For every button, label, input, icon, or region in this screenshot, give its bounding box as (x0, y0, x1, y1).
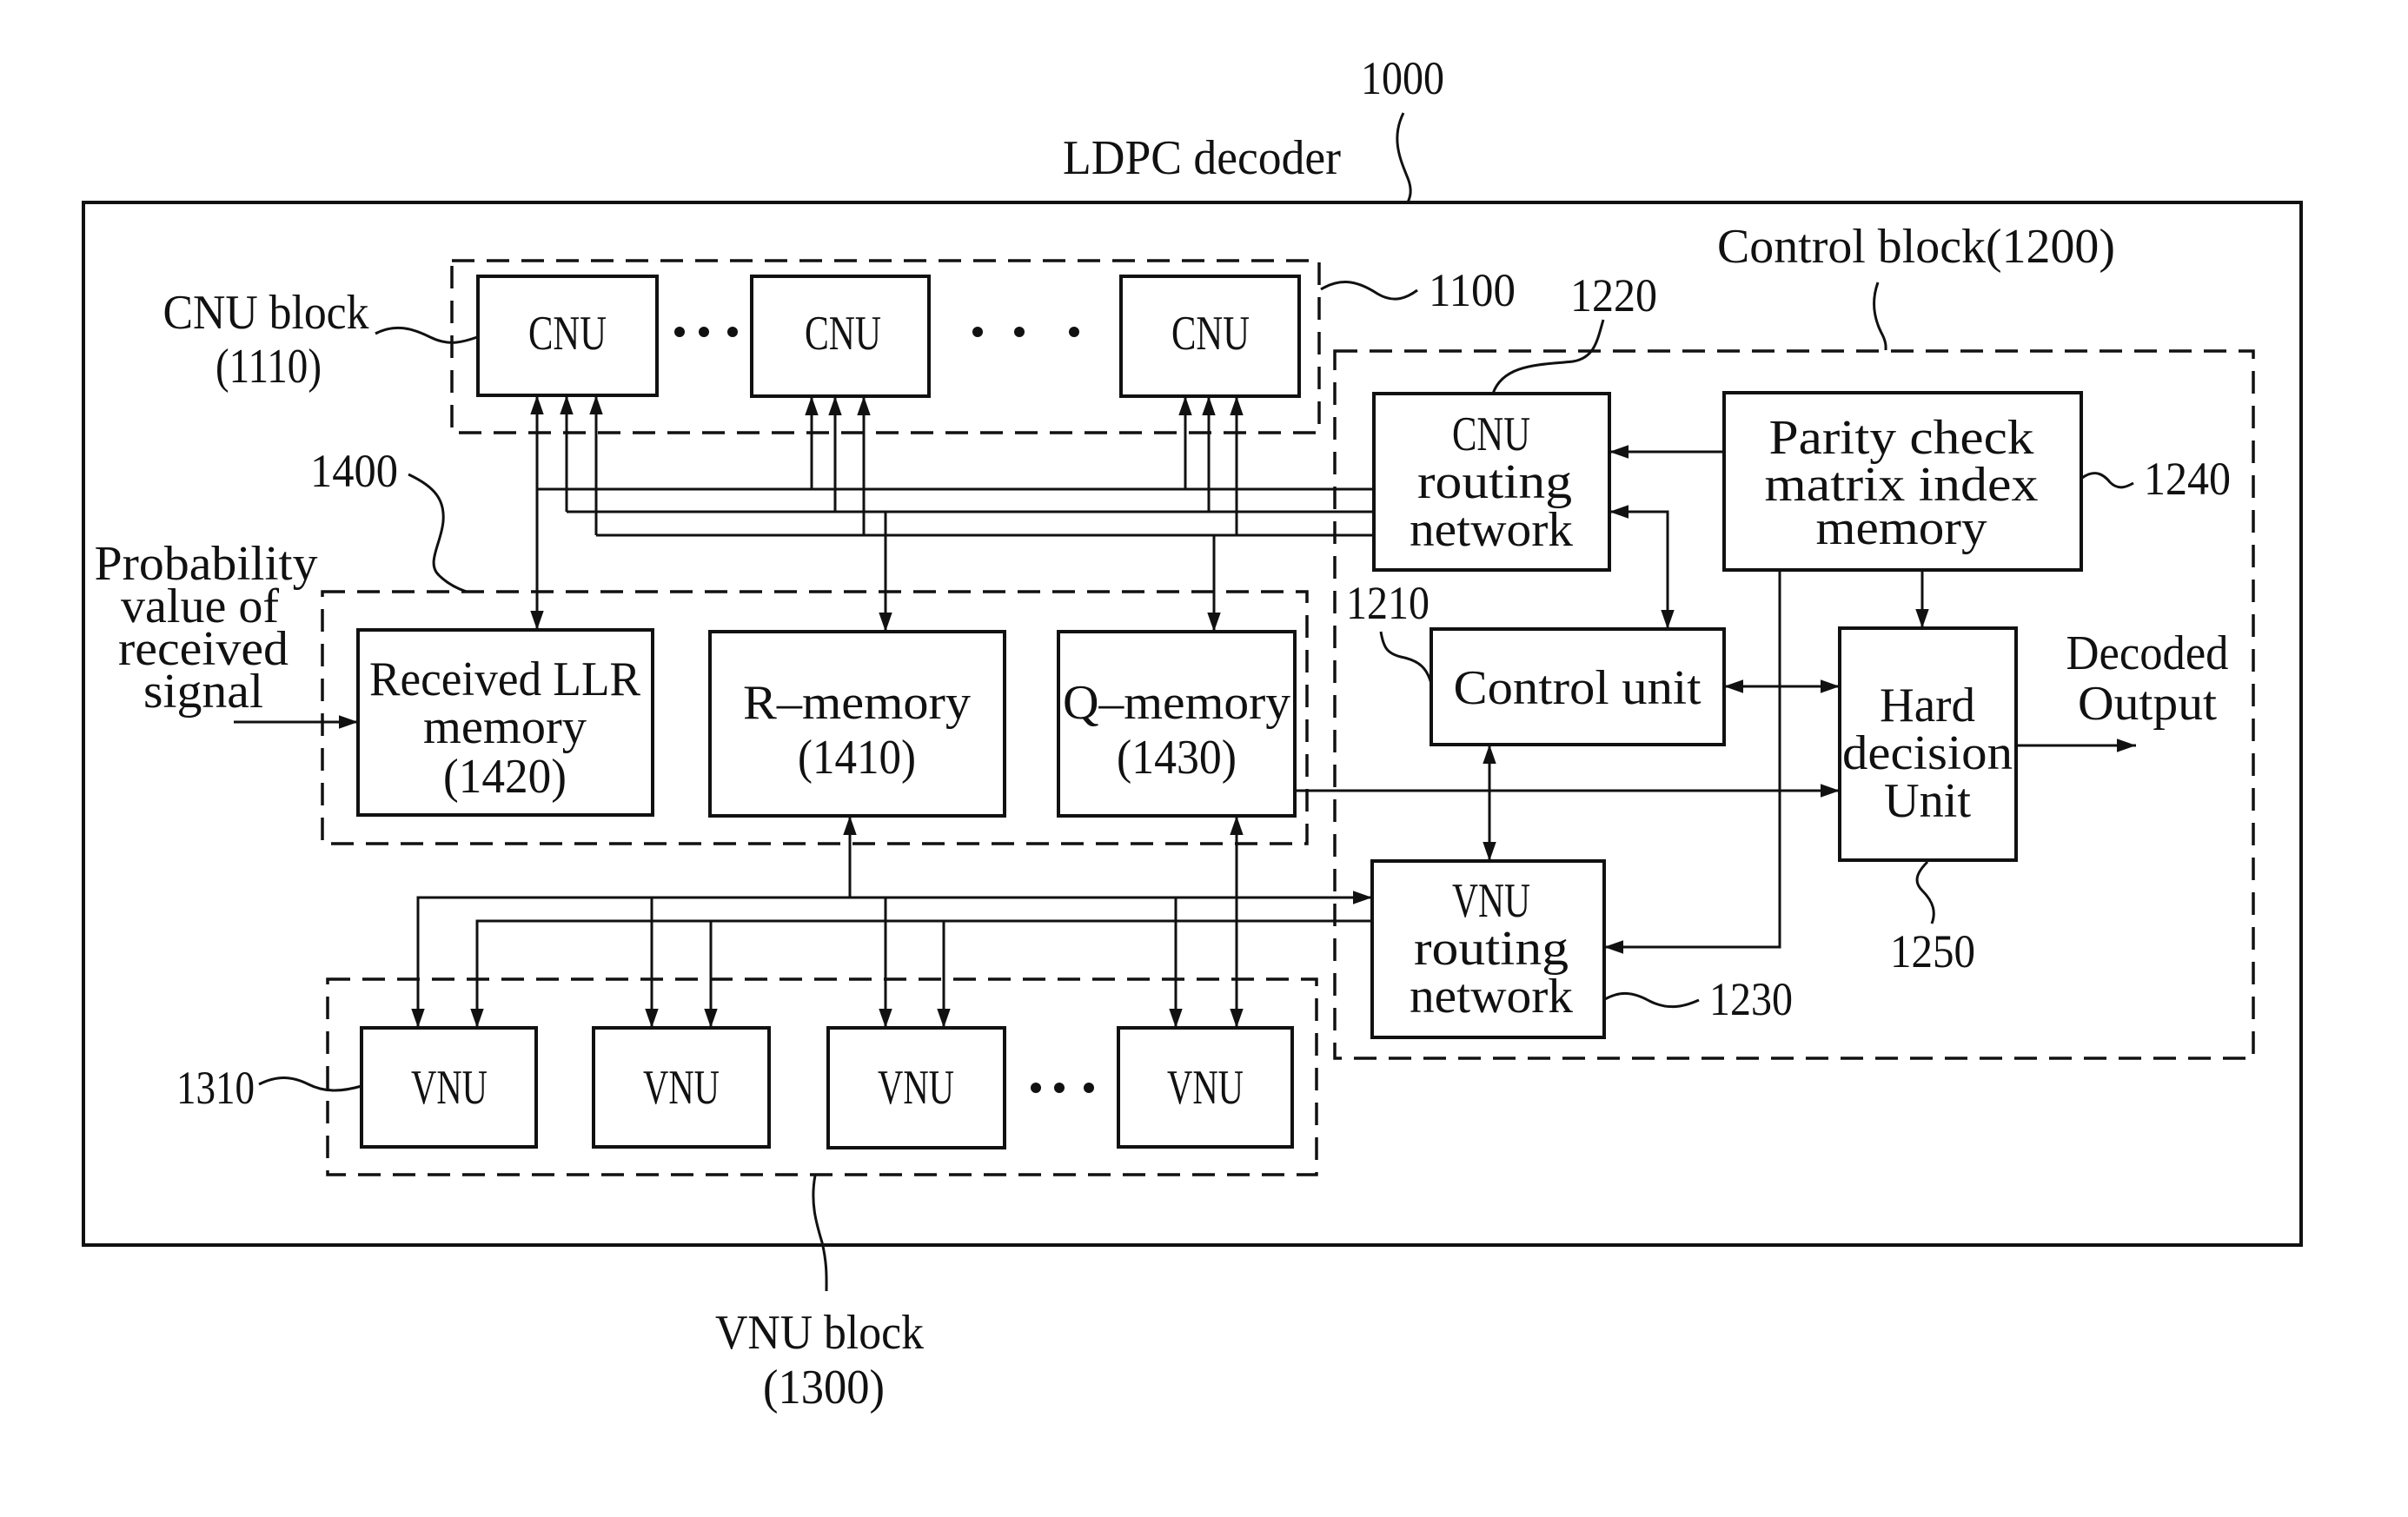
decoder-ref: 1000 (1361, 52, 1444, 104)
parity-memory-leader (2081, 472, 2134, 489)
svg-text:CNU: CNU (528, 307, 607, 361)
vnu-routing-ref: 1230 (1709, 973, 1793, 1025)
svg-text:Unit: Unit (1884, 774, 1971, 828)
svg-text:Output: Output (2078, 677, 2217, 731)
vnu-block-label-ref: (1300) (763, 1361, 885, 1414)
vnu-unit: VNU (592, 1026, 771, 1149)
svg-text:network: network (1410, 503, 1573, 557)
svg-text:routing: routing (1414, 922, 1569, 976)
svg-text:(1430): (1430) (1117, 731, 1237, 785)
svg-text:CNU: CNU (1171, 307, 1250, 361)
control-unit: Control unit (1430, 627, 1726, 746)
svg-text:VNU: VNU (411, 1061, 488, 1115)
cnu-ellipsis (972, 327, 1079, 337)
cnu-routing-network: CNU routing network (1372, 392, 1611, 572)
control-unit-ref: 1210 (1346, 577, 1430, 629)
svg-text:decision: decision (1842, 726, 2013, 780)
svg-text:CNU: CNU (805, 307, 881, 361)
vnu-block-leader (812, 1175, 828, 1292)
control-unit-leader (1379, 631, 1433, 685)
vnu-bus (411, 816, 1372, 1028)
cnu-bus (530, 395, 1375, 632)
svg-text:routing: routing (1417, 455, 1572, 509)
svg-text:signal: signal (143, 665, 263, 719)
decoder-title: LDPC decoder (1063, 131, 1341, 185)
svg-text:VNU: VNU (878, 1061, 954, 1115)
svg-text:CNU: CNU (1452, 407, 1530, 461)
svg-text:Q–memory: Q–memory (1063, 676, 1290, 730)
input-label: Probability value of received signal (95, 537, 318, 719)
control-block-label: Control block(1200) (1717, 220, 2115, 274)
r-memory: R–memory (1410) (708, 630, 1006, 818)
cnu-block-leader (375, 326, 481, 344)
svg-text:Control unit: Control unit (1454, 661, 1702, 715)
svg-text:VNU: VNU (643, 1061, 720, 1115)
cnu-block-label-ref: (1110) (216, 340, 322, 394)
q-memory: Q–memory (1430) (1057, 630, 1297, 818)
svg-text:VNU: VNU (1167, 1061, 1244, 1115)
vnu-unit: VNU (360, 1026, 538, 1149)
decoder-ref-leader (1396, 112, 1412, 203)
memory-block-ref: 1400 (310, 445, 398, 497)
svg-text:VNU: VNU (1452, 874, 1530, 928)
svg-text:Parity check: Parity check (1769, 411, 2034, 465)
hard-decision-unit: Hard decision Unit (1838, 626, 2018, 862)
received-llr-memory: Received LLR memory (1420) (356, 628, 654, 817)
vnu-block-label: VNU block (715, 1306, 924, 1360)
cnu-ellipsis (674, 327, 738, 337)
vnu-ellipsis (1031, 1083, 1094, 1093)
vnu-unit: VNU (1117, 1026, 1294, 1149)
control-block-leader (1873, 282, 1887, 351)
parity-memory-ref: 1240 (2144, 453, 2231, 505)
svg-text:memory: memory (423, 700, 587, 754)
hard-decision-leader (1915, 860, 1935, 924)
vnu-unit-ref: 1310 (176, 1062, 255, 1114)
ldpc-decoder-diagram: LDPC decoder 1000 CNU block (1110) 1100 … (82, 52, 2303, 1414)
svg-text:network: network (1410, 970, 1573, 1023)
svg-text:(1410): (1410) (798, 731, 916, 785)
memory-block-leader (408, 473, 468, 593)
svg-text:Received LLR: Received LLR (369, 653, 641, 706)
svg-text:Hard: Hard (1880, 679, 1975, 732)
svg-text:memory: memory (1816, 501, 1987, 555)
cnu-routing-ref: 1220 (1570, 269, 1657, 321)
vnu-unit: VNU (826, 1026, 1006, 1149)
vnu-unit-leader (258, 1076, 362, 1092)
vnu-routing-network: VNU routing network (1370, 859, 1606, 1039)
parity-check-matrix-index-memory: Parity check matrix index memory (1722, 391, 2083, 572)
svg-text:R–memory: R–memory (743, 676, 971, 730)
cnu-block-ref: 1100 (1429, 264, 1516, 316)
cnu-unit: CNU (476, 275, 659, 397)
vnu-routing-leader (1604, 992, 1700, 1009)
svg-text:Decoded: Decoded (2066, 626, 2229, 680)
cnu-unit: CNU (1119, 275, 1301, 398)
hard-decision-ref: 1250 (1890, 925, 1975, 977)
cnu-routing-leader (1491, 319, 1605, 394)
svg-text:(1420): (1420) (443, 750, 567, 804)
cnu-unit: CNU (750, 275, 931, 398)
cnu-block-label: CNU block (163, 286, 369, 340)
output-label: Decoded Output (2066, 626, 2229, 731)
cnu-block-ref-leader (1320, 281, 1418, 301)
